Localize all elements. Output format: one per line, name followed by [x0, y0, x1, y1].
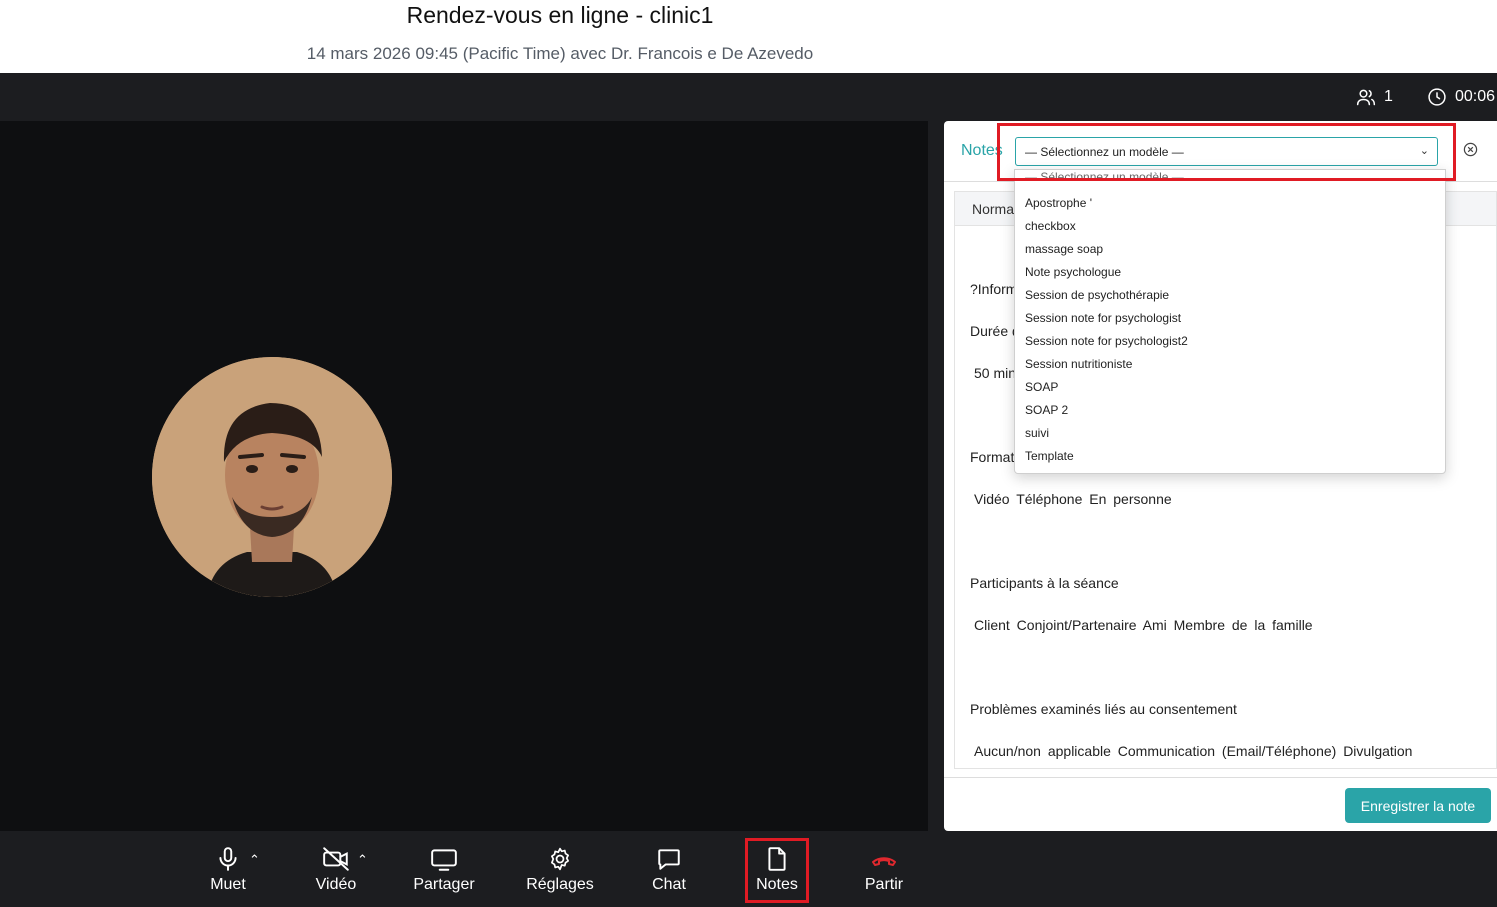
- dropdown-option[interactable]: Template: [1015, 445, 1445, 468]
- dropdown-option[interactable]: suivi: [1015, 422, 1445, 445]
- dropdown-option[interactable]: SOAP 2: [1015, 399, 1445, 422]
- appointment-subtitle: 14 mars 2026 09:45 (Pacific Time) avec D…: [306, 44, 814, 63]
- dropdown-option[interactable]: checkbox: [1015, 215, 1445, 238]
- timer-value: 00:06: [1455, 88, 1496, 105]
- settings-label: Réglages: [526, 876, 594, 893]
- highlight-box: [997, 123, 1456, 181]
- share-label: Partager: [413, 876, 475, 893]
- divider: [944, 777, 1497, 778]
- editor-line: Aucun/non applicable Communication (Emai…: [974, 743, 1413, 759]
- editor-line: 50 min: [974, 365, 1017, 381]
- dropdown-option[interactable]: Session note for psychologist: [1015, 307, 1445, 330]
- settings-button[interactable]: Réglages: [522, 846, 598, 900]
- editor-line: Client Conjoint/Partenaire Ami Membre de…: [974, 617, 1313, 633]
- chat-label: Chat: [652, 876, 686, 893]
- participant-avatar: [152, 357, 392, 597]
- video-label: Vidéo: [315, 876, 357, 893]
- video-off-icon: [323, 847, 349, 871]
- dropdown-option[interactable]: massage soap: [1015, 238, 1445, 261]
- leave-label: Partir: [864, 876, 904, 893]
- editor-line: Problèmes examinés liés au consentement: [970, 701, 1237, 717]
- participants-indicator[interactable]: 1: [1356, 86, 1393, 108]
- mute-label: Muet: [210, 876, 246, 893]
- dropdown-option[interactable]: Note psychologue: [1015, 261, 1445, 284]
- paragraph-style-dropdown[interactable]: Normal: [972, 201, 1017, 217]
- call-timer: 00:06: [1427, 86, 1495, 108]
- dropdown-option[interactable]: Apostrophe ': [1015, 192, 1445, 215]
- clock-icon: [1428, 88, 1446, 106]
- leave-button[interactable]: Partir: [860, 846, 908, 900]
- microphone-icon: [219, 847, 237, 871]
- dropdown-option[interactable]: Session de psychothérapie: [1015, 284, 1445, 307]
- gear-icon: [551, 847, 569, 871]
- share-button[interactable]: Partager: [410, 846, 478, 900]
- monitor-icon: [431, 849, 457, 871]
- mic-options-caret-icon[interactable]: ⌃: [249, 852, 260, 868]
- video-button[interactable]: Vidéo: [312, 846, 360, 900]
- template-dropdown-list[interactable]: — Sélectionnez un modèle — Apostrophe ' …: [1014, 169, 1446, 474]
- participants-count: 1: [1384, 88, 1393, 105]
- mute-button[interactable]: Muet: [205, 846, 251, 900]
- editor-line: Durée d: [970, 323, 1020, 339]
- dropdown-option[interactable]: SOAP: [1015, 376, 1445, 399]
- participants-icon: [1356, 89, 1376, 106]
- hang-up-icon: [872, 857, 896, 866]
- video-options-caret-icon[interactable]: ⌃: [357, 852, 368, 868]
- page-header: Rendez-vous en ligne - clinic1 14 mars 2…: [0, 0, 1497, 73]
- editor-line: Format: [970, 449, 1015, 465]
- save-note-button[interactable]: Enregistrer la note: [1345, 788, 1491, 823]
- close-icon[interactable]: [1463, 142, 1478, 157]
- chat-button[interactable]: Chat: [646, 846, 692, 900]
- editor-line: ?Inform: [970, 281, 1018, 297]
- editor-line: Participants à la séance: [970, 575, 1119, 591]
- page-title: Rendez-vous en ligne - clinic1: [406, 2, 714, 28]
- editor-line: Vidéo Téléphone En personne: [974, 491, 1172, 507]
- dropdown-option[interactable]: Session note for psychologist2: [1015, 330, 1445, 353]
- dropdown-option[interactable]: Session nutritioniste: [1015, 353, 1445, 376]
- chat-bubble-icon: [658, 849, 680, 870]
- video-area: [0, 121, 928, 831]
- highlight-box: [745, 838, 809, 903]
